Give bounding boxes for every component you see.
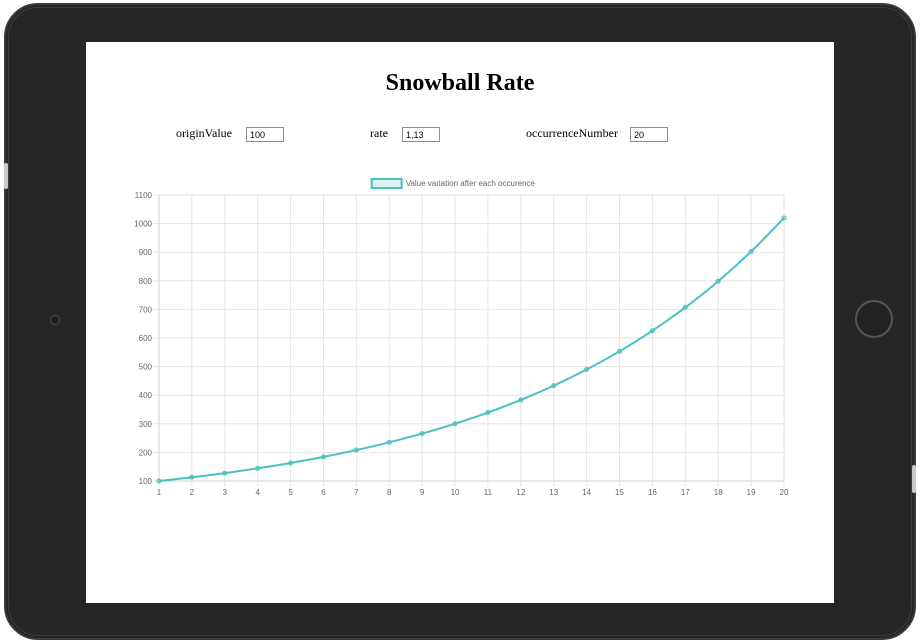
x-tick-label: 9 [420, 488, 425, 497]
x-tick-label: 13 [549, 488, 558, 497]
x-tick-label: 5 [288, 488, 293, 497]
data-point [682, 304, 688, 310]
camera-icon [50, 315, 60, 325]
data-point [222, 470, 228, 476]
y-tick-label: 600 [139, 334, 153, 343]
x-tick-label: 3 [223, 488, 228, 497]
data-point [781, 215, 787, 221]
data-point [255, 465, 261, 471]
x-tick-label: 20 [780, 488, 789, 497]
x-tick-label: 15 [615, 488, 624, 497]
data-point [518, 397, 524, 403]
home-button[interactable] [855, 300, 893, 338]
line-chart: 100200300400500600700800900100011001 2 3 4 5… [134, 178, 789, 497]
series-line [158, 217, 785, 482]
legend-label: Value variation after each occurence [406, 179, 536, 188]
data-point [320, 454, 326, 460]
chart-series [156, 215, 787, 484]
chart-grid [153, 194, 785, 486]
y-tick-label: 500 [139, 363, 153, 372]
data-point [485, 410, 491, 416]
chart-axes: 100200300400500600700800900100011001 2 3 4 5… [134, 191, 789, 497]
y-tick-label: 900 [139, 248, 153, 257]
x-tick-label: 18 [714, 488, 723, 497]
y-tick-label: 1000 [134, 220, 152, 229]
y-tick-label: 100 [139, 477, 153, 486]
legend-swatch [370, 178, 403, 189]
data-point [419, 431, 425, 437]
data-point [386, 439, 392, 445]
data-point [156, 478, 162, 484]
y-tick-label: 700 [139, 305, 153, 314]
y-tick-label: 800 [139, 277, 153, 286]
data-point [353, 447, 359, 453]
y-tick-label: 400 [139, 391, 153, 400]
x-tick-label: 17 [681, 488, 690, 497]
data-point [551, 383, 557, 389]
y-tick-label: 300 [139, 420, 153, 429]
x-tick-label: 7 [354, 488, 359, 497]
data-point [189, 474, 195, 480]
x-tick-label: 19 [747, 488, 756, 497]
x-tick-label: 12 [516, 488, 525, 497]
x-tick-label: 14 [582, 488, 591, 497]
data-point [649, 328, 655, 334]
data-point [715, 278, 721, 284]
x-tick-label: 6 [321, 488, 326, 497]
x-tick-label: 10 [451, 488, 460, 497]
x-tick-label: 16 [648, 488, 657, 497]
data-point [584, 367, 590, 373]
volume-button [4, 163, 8, 189]
data-point [452, 421, 458, 427]
y-tick-label: 200 [139, 448, 153, 457]
y-tick-label: 1100 [135, 191, 153, 200]
x-tick-label: 2 [190, 488, 195, 497]
x-tick-label: 4 [255, 488, 260, 497]
x-tick-label: 1 [157, 488, 162, 497]
screen: Snowball Rate originValue rate occurrenc… [86, 42, 834, 603]
power-button [912, 465, 916, 493]
x-tick-label: 11 [484, 488, 493, 497]
x-tick-label: 8 [387, 488, 392, 497]
data-point [617, 348, 623, 354]
chart-legend: Value variation after each occurence [370, 178, 536, 189]
data-point [288, 460, 294, 466]
data-point [748, 249, 754, 255]
